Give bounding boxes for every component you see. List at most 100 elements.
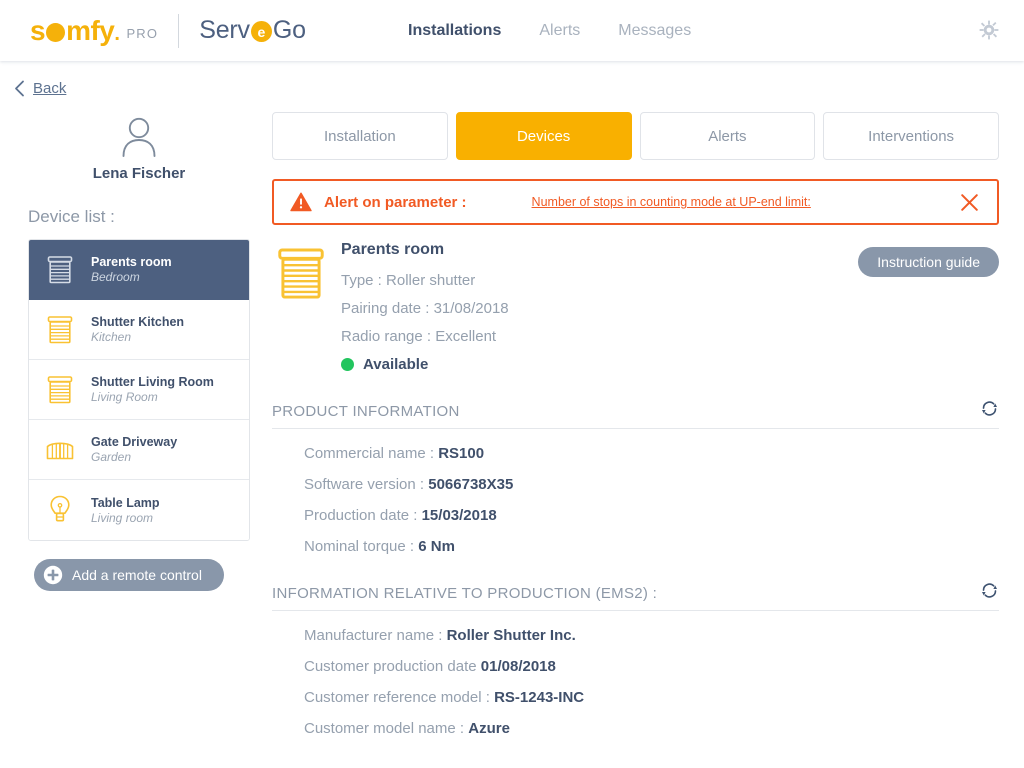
manufacturer-name-value: Roller Shutter Inc. <box>447 627 576 644</box>
list-item-table-lamp[interactable]: Table Lamp Living room <box>29 480 249 540</box>
list-item-shutter-kitchen[interactable]: Shutter Kitchen Kitchen <box>29 300 249 360</box>
status-dot-icon <box>341 358 354 371</box>
list-item-room: Garden <box>91 450 177 464</box>
device-type-row: Type : Roller shutter <box>341 272 509 289</box>
list-item-name: Shutter Kitchen <box>91 315 184 329</box>
list-item-room: Kitchen <box>91 330 184 344</box>
brand-logo: smfy. PRO ServeGo <box>0 14 306 48</box>
alert-title: Alert on parameter : <box>324 194 467 211</box>
production-information-refresh-button[interactable] <box>980 581 999 602</box>
customer-production-date-value: 01/08/2018 <box>481 658 556 675</box>
somfy-text-mfy: mfy <box>66 15 114 46</box>
nav-item-alerts[interactable]: Alerts <box>539 22 580 40</box>
production-information-section: INFORMATION RELATIVE TO PRODUCTION (EMS2… <box>272 581 999 737</box>
back-label: Back <box>33 80 66 97</box>
list-item-text: Table Lamp Living room <box>91 496 160 525</box>
software-version-value: 5066738X35 <box>428 476 513 493</box>
add-remote-control-label: Add a remote control <box>72 567 202 583</box>
brand-pro-label: PRO <box>126 21 158 41</box>
roller-shutter-icon <box>45 373 75 407</box>
service-e-badge-icon: e <box>251 21 272 42</box>
tab-installation[interactable]: Installation <box>272 112 448 160</box>
refresh-icon <box>980 581 999 600</box>
list-item-shutter-living-room[interactable]: Shutter Living Room Living Room <box>29 360 249 420</box>
list-item-name: Shutter Living Room <box>91 375 214 389</box>
back-button[interactable]: Back <box>14 80 66 97</box>
pairing-date-label: Pairing date : <box>341 300 429 317</box>
roller-shutter-icon <box>277 246 325 302</box>
back-row: Back <box>0 61 1024 106</box>
nominal-torque-label: Nominal torque : <box>304 538 414 555</box>
customer-reference-model-value: RS-1243-INC <box>494 689 584 706</box>
profile-block: Lena Fischer <box>28 112 250 182</box>
product-information-refresh-button[interactable] <box>980 399 999 420</box>
top-navigation: Installations Alerts Messages <box>408 0 691 61</box>
warning-triangle-icon <box>290 192 312 212</box>
instruction-guide-button[interactable]: Instruction guide <box>858 247 999 277</box>
somfy-wordmark: smfy. <box>30 17 119 45</box>
commercial-name-label: Commercial name : <box>304 445 434 462</box>
gear-icon <box>977 18 1001 42</box>
list-item-text: Shutter Kitchen Kitchen <box>91 315 184 344</box>
service-suffix: Go <box>273 16 306 45</box>
customer-reference-model-label: Customer reference model : <box>304 689 490 706</box>
device-detail-body: Parents room Type : Roller shutter Pairi… <box>330 241 509 373</box>
roller-shutter-icon <box>45 313 75 347</box>
pairing-date-row: Pairing date : 31/08/2018 <box>341 300 509 317</box>
product-information-title: PRODUCT INFORMATION <box>272 403 460 420</box>
nav-item-installations[interactable]: Installations <box>408 22 501 40</box>
settings-button[interactable] <box>972 13 1006 47</box>
tab-bar: Installation Devices Alerts Intervention… <box>272 112 999 160</box>
list-item-text: Parents room Bedroom <box>91 255 172 284</box>
manufacturer-name-label: Manufacturer name : <box>304 627 442 644</box>
customer-model-name-value: Azure <box>468 720 510 737</box>
list-item-gate-driveway[interactable]: Gate Driveway Garden <box>29 420 249 480</box>
list-item-name: Gate Driveway <box>91 435 177 449</box>
somfy-text-s: s <box>30 15 45 46</box>
radio-range-value: Excellent <box>435 328 496 345</box>
nominal-torque-value: 6 Nm <box>418 538 455 555</box>
customer-model-name-row: Customer model name : Azure <box>304 720 999 737</box>
production-information-title: INFORMATION RELATIVE TO PRODUCTION (EMS2… <box>272 585 657 602</box>
profile-name: Lena Fischer <box>93 165 186 182</box>
product-information-body: Commercial name : RS100 Software version… <box>272 429 999 555</box>
device-list-label: Device list : <box>28 207 272 227</box>
pairing-date-value: 31/08/2018 <box>434 300 509 317</box>
brand-divider <box>178 14 179 48</box>
software-version-row: Software version : 5066738X35 <box>304 476 999 493</box>
list-item-parents-room[interactable]: Parents room Bedroom <box>29 240 249 300</box>
software-version-label: Software version : <box>304 476 424 493</box>
product-information-header: PRODUCT INFORMATION <box>272 399 999 429</box>
content-panel: Installation Devices Alerts Intervention… <box>272 106 1024 768</box>
roller-shutter-icon <box>45 253 75 287</box>
device-detail-icon-wrap <box>272 241 330 373</box>
list-item-name: Parents room <box>91 255 172 269</box>
production-date-label: Production date : <box>304 507 417 524</box>
add-remote-control-button[interactable]: Add a remote control <box>34 559 224 591</box>
chevron-left-icon <box>14 80 25 97</box>
production-information-header: INFORMATION RELATIVE TO PRODUCTION (EMS2… <box>272 581 999 611</box>
tab-interventions[interactable]: Interventions <box>823 112 999 160</box>
device-type-label: Type : <box>341 272 382 289</box>
nav-item-messages[interactable]: Messages <box>618 22 691 40</box>
list-item-text: Shutter Living Room Living Room <box>91 375 214 404</box>
tab-devices[interactable]: Devices <box>456 112 632 160</box>
production-information-body: Manufacturer name : Roller Shutter Inc. … <box>272 611 999 737</box>
manufacturer-name-row: Manufacturer name : Roller Shutter Inc. <box>304 627 999 644</box>
somfy-period: . <box>114 23 119 45</box>
customer-production-date-label: Customer production date <box>304 658 477 675</box>
device-type-value: Roller shutter <box>386 272 475 289</box>
gate-icon <box>45 433 75 467</box>
device-detail-title: Parents room <box>341 241 509 259</box>
plus-circle-icon <box>43 565 63 585</box>
refresh-icon <box>980 399 999 418</box>
tab-alerts[interactable]: Alerts <box>640 112 816 160</box>
alert-message-link[interactable]: Number of stops in counting mode at UP-e… <box>532 195 811 209</box>
commercial-name-value: RS100 <box>438 445 484 462</box>
production-date-value: 15/03/2018 <box>422 507 497 524</box>
customer-production-date-row: Customer production date 01/08/2018 <box>304 658 999 675</box>
alert-close-button[interactable] <box>960 193 979 212</box>
radio-range-label: Radio range : <box>341 328 431 345</box>
device-detail: Parents room Type : Roller shutter Pairi… <box>272 241 999 373</box>
main-layout: Lena Fischer Device list : <box>0 106 1024 768</box>
